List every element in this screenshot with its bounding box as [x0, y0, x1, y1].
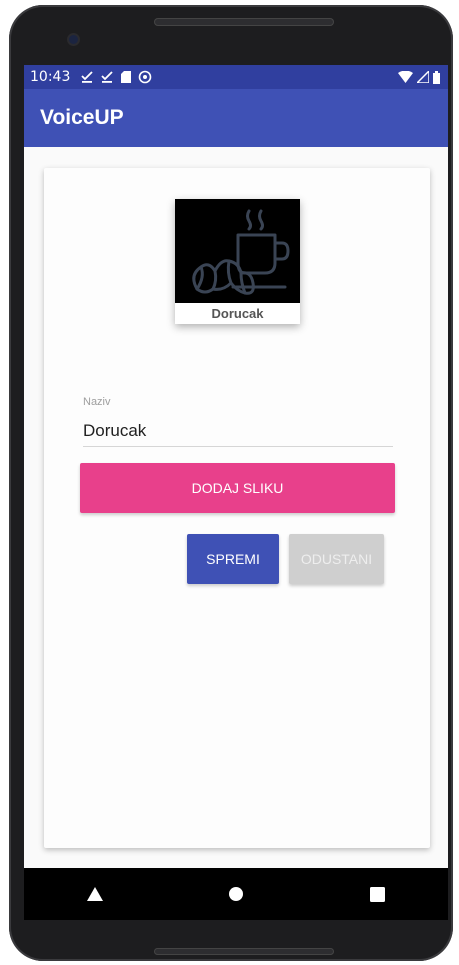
edit-category-card: Dorucak Naziv DODAJ SLIKU SPREMI ODUSTAN… — [44, 168, 430, 848]
category-image-tile[interactable]: Dorucak — [175, 199, 300, 324]
cancel-button[interactable]: ODUSTANI — [289, 534, 384, 584]
breakfast-icon — [191, 209, 289, 295]
home-icon — [228, 887, 243, 901]
signal-icon — [417, 71, 429, 83]
download-done-icon — [81, 71, 93, 83]
device-screen: 10:43 VoiceUP Dorucak Naziv Dorucak DODA… — [24, 65, 448, 920]
battery-icon — [433, 70, 440, 84]
sync-icon — [139, 70, 152, 84]
sd-card-icon — [121, 71, 132, 83]
app-bar: VoiceUP — [24, 89, 448, 147]
download-done-icon — [101, 71, 113, 83]
recents-icon — [369, 886, 385, 902]
status-time: 10:43 — [30, 69, 71, 85]
category-image — [175, 199, 300, 303]
name-input[interactable] — [83, 416, 393, 447]
name-field-label: Naziv — [83, 396, 111, 408]
navigation-bar — [24, 868, 448, 920]
status-notification-icons — [80, 70, 152, 84]
back-icon — [86, 887, 103, 901]
wifi-icon — [398, 71, 413, 83]
bottom-speaker — [154, 948, 334, 955]
save-button[interactable]: SPREMI — [187, 534, 279, 584]
status-system-icons — [398, 70, 440, 84]
front-camera — [69, 35, 78, 44]
nav-back-button[interactable] — [65, 874, 125, 914]
nav-home-button[interactable] — [206, 874, 266, 914]
app-title: VoiceUP — [40, 106, 124, 129]
nav-recents-button[interactable] — [347, 874, 407, 914]
add-image-button[interactable]: DODAJ SLIKU — [80, 463, 395, 513]
top-speaker — [154, 18, 334, 26]
status-bar: 10:43 — [24, 65, 448, 89]
category-image-caption: Dorucak — [211, 306, 264, 321]
